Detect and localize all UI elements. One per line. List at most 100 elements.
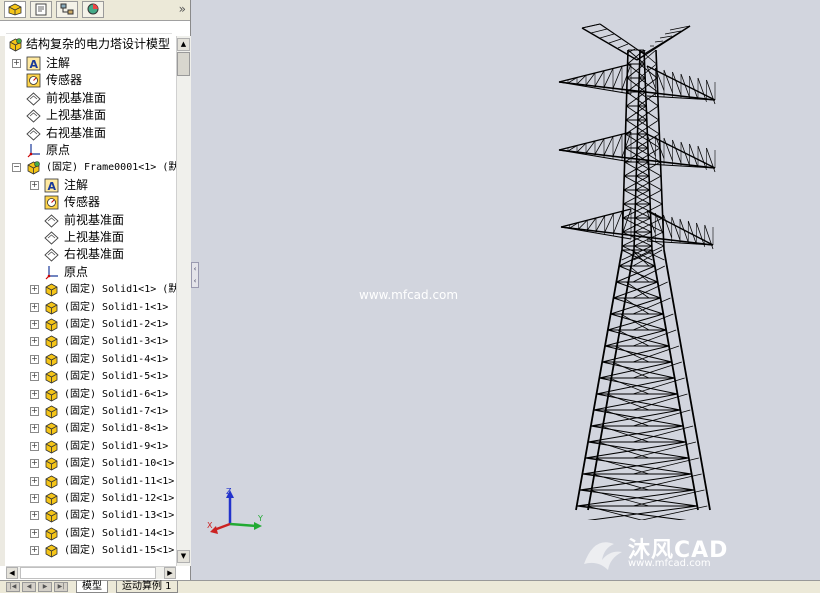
tower-member [581,23,601,29]
tree-item[interactable]: 前视基准面 [0,90,176,107]
part-icon [45,475,58,489]
tree-item[interactable]: 传感器 [0,194,176,211]
sensor-icon [44,195,59,210]
tree-item[interactable]: + (固定) Solid1-7<1> [0,403,176,420]
scroll-right-arrow-icon[interactable]: ▶ [164,567,176,579]
part-icon [45,301,58,315]
expand-toggle-icon[interactable]: + [30,528,39,538]
expand-toggle-icon[interactable]: + [30,546,39,556]
tree-item[interactable]: 右视基准面 [0,125,176,142]
tree-vertical-scrollbar[interactable]: ▲ ▼ [176,36,191,566]
tree-item[interactable]: + (固定) Solid1-5<1> [0,368,176,385]
triad-y-label: Y [257,514,263,523]
tree-item[interactable]: − (固定) Frame0001<1> (默 [0,159,176,176]
expand-toggle-icon[interactable]: + [12,59,21,68]
tower-member [663,137,673,161]
expand-toggle-icon[interactable]: + [30,441,39,451]
tower-member [558,147,569,151]
tree-filter-bar[interactable] [6,24,172,34]
tree-item[interactable]: + (固定) Solid1-12<1> [0,490,176,507]
collapse-toggle-icon[interactable]: − [12,163,21,173]
tower-member [586,505,643,520]
tree-item-label: (固定) Solid1-2<1> [64,319,169,330]
prev-tab-icon[interactable]: ◀ [22,582,36,592]
feature-manager-tab[interactable] [4,1,26,18]
tree-item-label: (固定) Solid1-5<1> [64,371,169,383]
scroll-left-arrow-icon[interactable]: ◀ [6,567,18,579]
display-manager-tab[interactable] [82,1,104,18]
expand-toggle-icon[interactable]: + [30,354,39,364]
part-icon [45,527,58,541]
power-tower-model[interactable] [540,20,740,520]
tree-item-label: (固定) Solid1-4<1> [64,353,169,365]
tree-item[interactable]: + (固定) Solid1-10<1> [0,455,176,472]
tree-item[interactable]: + (固定) Solid1-13<1> [0,507,176,524]
tree-item[interactable]: + (固定) Solid1-9<1> [0,438,176,455]
tree-item[interactable]: 传感器 [0,72,176,89]
tree-horizontal-scrollbar[interactable]: ◀ ▶ [6,566,176,579]
plane-icon [44,213,59,228]
tab-model[interactable]: 模型 [76,581,108,593]
tree-item[interactable]: + (固定) Solid1-14<1> [0,525,176,542]
hscroll-thumb[interactable] [20,567,156,579]
tower-member [560,224,570,228]
configuration-manager-tab[interactable] [56,1,78,18]
tree-item[interactable]: + A 注解 [0,177,176,194]
tree-item[interactable]: + (固定) Solid1-15<1> [0,542,176,559]
scroll-up-arrow-icon[interactable]: ▲ [177,38,190,51]
panel-collapse-handle[interactable]: ‹ ‹ [191,262,199,288]
expand-toggle-icon[interactable]: + [30,372,39,382]
expand-toggle-icon[interactable]: + [30,476,39,486]
scroll-down-arrow-icon[interactable]: ▼ [177,550,190,563]
tree-item[interactable]: 原点 [0,142,176,159]
tree-item[interactable]: + (固定) Solid1-8<1> [0,420,176,437]
tree-item[interactable]: + A 注解 [0,55,176,72]
tree-item-label: 右视基准面 [64,247,125,262]
tree-item[interactable]: + (固定) Solid1-11<1> [0,473,176,490]
expand-toggle-icon[interactable]: + [30,285,39,295]
expand-toggle-icon[interactable]: + [30,320,39,329]
next-tab-icon[interactable]: ▶ [38,582,52,592]
expand-toggle-icon[interactable]: + [30,180,39,190]
tower-member [609,377,650,395]
tree-item-label: (固定) Solid1-11<1> [64,475,175,487]
tree-item[interactable]: 右视基准面 [0,246,176,263]
more-tabs-icon[interactable]: » [179,0,186,18]
tab-motion-study[interactable]: 运动算例 1 [116,581,178,593]
tree-item-label: (固定) Solid1-10<1> [64,458,175,470]
last-tab-icon[interactable]: ▶| [54,582,68,592]
tree-item[interactable]: 前视基准面 [0,212,176,229]
tree-item-label: (固定) Solid1-14<1> [64,527,175,539]
tree-item-label: 传感器 [64,195,101,210]
tree-item[interactable]: 原点 [0,264,176,281]
tower-member [628,265,650,283]
expand-toggle-icon[interactable]: + [30,494,39,503]
tree-item[interactable]: + (固定) Solid1-4<1> [0,351,176,368]
tree-item[interactable]: + (固定) Solid1-1<1> [0,299,176,316]
tree-item-label: (固定) Solid1-7<1> [64,406,169,417]
coordinate-triad-icon: Z Y X [207,487,263,534]
expand-toggle-icon[interactable]: + [30,511,39,521]
tree-item[interactable]: + (固定) Solid1<1> (默 [0,281,176,298]
part-icon [45,544,58,558]
svg-text:A: A [30,58,39,71]
property-manager-tab[interactable] [30,1,52,18]
scroll-thumb[interactable] [177,52,190,76]
tower-member [596,393,681,411]
expand-toggle-icon[interactable]: + [30,407,39,416]
tree-item[interactable]: + (固定) Solid1-3<1> [0,333,176,350]
tree-root[interactable]: 结构复杂的电力塔设计模型 [0,36,176,53]
tree-item[interactable]: + (固定) Solid1-2<1> [0,316,176,333]
expand-toggle-icon[interactable]: + [30,424,39,434]
tree-item[interactable]: 上视基准面 [0,107,176,124]
tower-member [612,361,650,379]
tower-member [671,216,681,241]
first-tab-icon[interactable]: |◀ [6,582,20,592]
expand-toggle-icon[interactable]: + [30,389,39,399]
tree-item[interactable]: + (固定) Solid1-6<1> [0,386,176,403]
expand-toggle-icon[interactable]: + [30,459,39,469]
tree-item[interactable]: 上视基准面 [0,229,176,246]
tower-member [680,141,690,166]
expand-toggle-icon[interactable]: + [30,337,39,347]
expand-toggle-icon[interactable]: + [30,302,39,312]
